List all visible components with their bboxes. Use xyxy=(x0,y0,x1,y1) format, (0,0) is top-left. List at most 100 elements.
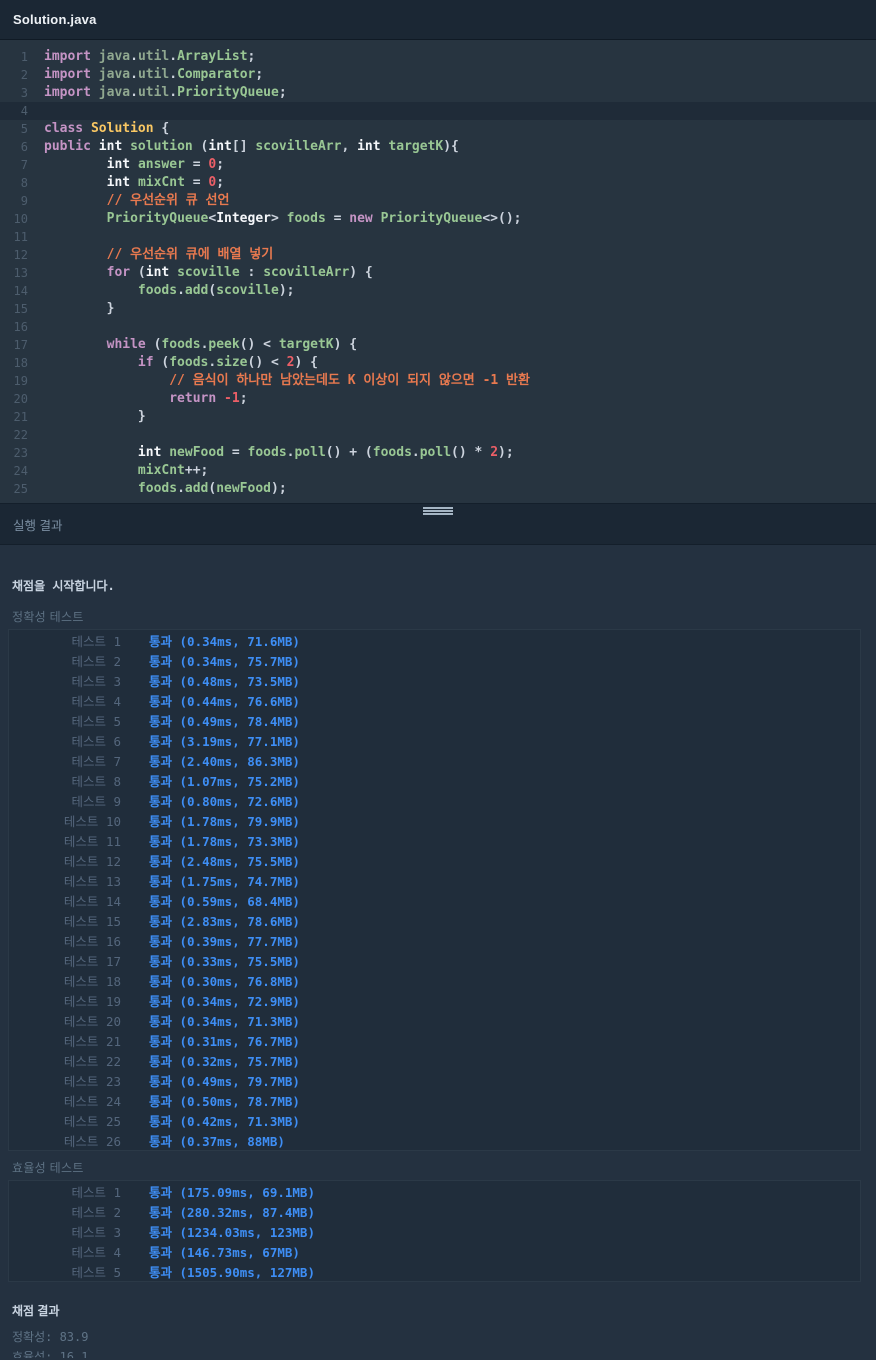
test-name: 테스트 1 xyxy=(71,1184,121,1200)
run-result-bar: 실행 결과 xyxy=(0,503,876,545)
code-text: int answer = 0; xyxy=(106,157,225,172)
code-text: return -1; xyxy=(169,391,248,406)
code-line: 1 import java.util.ArrayList; xyxy=(0,48,876,66)
test-name: 테스트 7 xyxy=(71,753,121,769)
file-title: Solution.java xyxy=(13,12,97,27)
code-line: 25 foods.add(newFood); xyxy=(0,480,876,498)
code-text: // 우선순위 큐 선언 xyxy=(106,193,230,208)
code-line: 4 xyxy=(0,102,876,120)
test-result: 통과 (280.32ms, 87.4MB) xyxy=(149,1204,315,1220)
code-line: 24 mixCnt++; xyxy=(0,462,876,480)
code-line: 2 import java.util.Comparator; xyxy=(0,66,876,84)
grading-start-message: 채점을 시작합니다. xyxy=(12,579,115,593)
code-line: 21 } xyxy=(0,408,876,426)
test-row: 테스트 20 통과 (0.34ms, 71.3MB) xyxy=(9,1010,860,1030)
test-row: 테스트 4 통과 (146.73ms, 67MB) xyxy=(9,1241,860,1261)
test-name: 테스트 21 xyxy=(63,1033,121,1049)
drag-handle-icon[interactable] xyxy=(423,507,453,509)
line-number: 2 xyxy=(20,68,28,82)
test-name: 테스트 2 xyxy=(71,653,121,669)
test-name: 테스트 13 xyxy=(63,873,121,889)
test-row: 테스트 19 통과 (0.34ms, 72.9MB) xyxy=(9,990,860,1010)
code-text: mixCnt++; xyxy=(137,463,209,478)
code-line: 15 } xyxy=(0,300,876,318)
test-name: 테스트 23 xyxy=(63,1073,121,1089)
test-result: 통과 (0.30ms, 76.8MB) xyxy=(149,973,300,989)
code-text: foods.add(newFood); xyxy=(137,481,287,496)
code-line: 20 return -1; xyxy=(0,390,876,408)
code-line: 17 while (foods.peek() < targetK) { xyxy=(0,336,876,354)
test-result: 통과 (0.44ms, 76.6MB) xyxy=(149,693,300,709)
test-name: 테스트 3 xyxy=(71,673,121,689)
code-text: int newFood = foods.poll() + (foods.poll… xyxy=(137,445,514,460)
test-row: 테스트 9 통과 (0.80ms, 72.6MB) xyxy=(9,790,860,810)
test-name: 테스트 19 xyxy=(63,993,121,1009)
line-number: 20 xyxy=(13,392,28,406)
line-number: 21 xyxy=(13,410,28,424)
code-text: if (foods.size() < 2) { xyxy=(137,355,318,370)
test-result: 통과 (3.19ms, 77.1MB) xyxy=(149,733,300,749)
test-row: 테스트 17 통과 (0.33ms, 75.5MB) xyxy=(9,950,860,970)
code-text: int mixCnt = 0; xyxy=(106,175,225,190)
test-row: 테스트 11 통과 (1.78ms, 73.3MB) xyxy=(9,830,860,850)
test-row: 테스트 24 통과 (0.50ms, 78.7MB) xyxy=(9,1090,860,1110)
test-name: 테스트 8 xyxy=(71,773,121,789)
test-result: 통과 (0.34ms, 71.3MB) xyxy=(149,1013,300,1029)
test-row: 테스트 2 통과 (0.34ms, 75.7MB) xyxy=(9,650,860,670)
test-row: 테스트 16 통과 (0.39ms, 77.7MB) xyxy=(9,930,860,950)
test-result: 통과 (1234.03ms, 123MB) xyxy=(149,1224,315,1240)
line-number: 7 xyxy=(20,158,28,172)
test-row: 테스트 7 통과 (2.40ms, 86.3MB) xyxy=(9,750,860,770)
line-number: 12 xyxy=(13,248,28,262)
test-result: 통과 (0.37ms, 88MB) xyxy=(149,1133,285,1149)
code-line: 14 foods.add(scoville); xyxy=(0,282,876,300)
file-titlebar: Solution.java xyxy=(0,0,876,40)
test-row: 테스트 10 통과 (1.78ms, 79.9MB) xyxy=(9,810,860,830)
test-name: 테스트 11 xyxy=(63,833,121,849)
line-number: 8 xyxy=(20,176,28,190)
test-row: 테스트 5 통과 (0.49ms, 78.4MB) xyxy=(9,710,860,730)
test-result: 통과 (175.09ms, 69.1MB) xyxy=(149,1184,315,1200)
test-result: 통과 (0.33ms, 75.5MB) xyxy=(149,953,300,969)
test-name: 테스트 2 xyxy=(71,1204,121,1220)
line-number: 10 xyxy=(13,212,28,226)
test-row: 테스트 2 통과 (280.32ms, 87.4MB) xyxy=(9,1201,860,1221)
code-text: for (int scoville : scovilleArr) { xyxy=(106,265,373,280)
code-text: import java.util.ArrayList; xyxy=(44,49,256,64)
score-line: 정확성: 83.9 xyxy=(12,1330,89,1344)
score-line: 효율성: 16.1 xyxy=(12,1350,89,1358)
test-row: 테스트 25 통과 (0.42ms, 71.3MB) xyxy=(9,1110,860,1130)
line-number: 9 xyxy=(20,194,28,208)
code-editor[interactable]: 1 import java.util.ArrayList; 2 import java… xyxy=(0,40,876,503)
code-line: 5 class Solution { xyxy=(0,120,876,138)
test-result: 통과 (2.48ms, 75.5MB) xyxy=(149,853,300,869)
test-result: 통과 (1.07ms, 75.2MB) xyxy=(149,773,300,789)
code-line: 11 xyxy=(0,228,876,246)
test-name: 테스트 14 xyxy=(63,893,121,909)
test-row: 테스트 12 통과 (2.48ms, 75.5MB) xyxy=(9,850,860,870)
test-result: 통과 (0.42ms, 71.3MB) xyxy=(149,1113,300,1129)
code-text: // 음식이 하나만 남았는데도 K 이상이 되지 않으면 -1 반환 xyxy=(169,373,530,388)
test-row: 테스트 5 통과 (1505.90ms, 127MB) xyxy=(9,1261,860,1281)
accuracy-test-header: 정확성 테스트 xyxy=(12,610,84,624)
test-name: 테스트 5 xyxy=(71,713,121,729)
test-name: 테스트 6 xyxy=(71,733,121,749)
test-name: 테스트 12 xyxy=(63,853,121,869)
test-row: 테스트 21 통과 (0.31ms, 76.7MB) xyxy=(9,1030,860,1050)
line-number: 25 xyxy=(13,482,28,496)
line-number: 17 xyxy=(13,338,28,352)
code-text: } xyxy=(106,301,115,316)
test-result: 통과 (0.80ms, 72.6MB) xyxy=(149,793,300,809)
test-result: 통과 (0.48ms, 73.5MB) xyxy=(149,673,300,689)
test-name: 테스트 26 xyxy=(63,1133,121,1149)
test-row: 테스트 6 통과 (3.19ms, 77.1MB) xyxy=(9,730,860,750)
test-result: 통과 (1.78ms, 79.9MB) xyxy=(149,813,300,829)
test-name: 테스트 17 xyxy=(63,953,121,969)
test-result: 통과 (146.73ms, 67MB) xyxy=(149,1244,300,1260)
code-lines: 1 import java.util.ArrayList; 2 import java… xyxy=(0,48,876,498)
code-line: 7 int answer = 0; xyxy=(0,156,876,174)
code-line: 3 import java.util.PriorityQueue; xyxy=(0,84,876,102)
code-line: 16 xyxy=(0,318,876,336)
test-name: 테스트 25 xyxy=(63,1113,121,1129)
test-name: 테스트 5 xyxy=(71,1264,121,1280)
